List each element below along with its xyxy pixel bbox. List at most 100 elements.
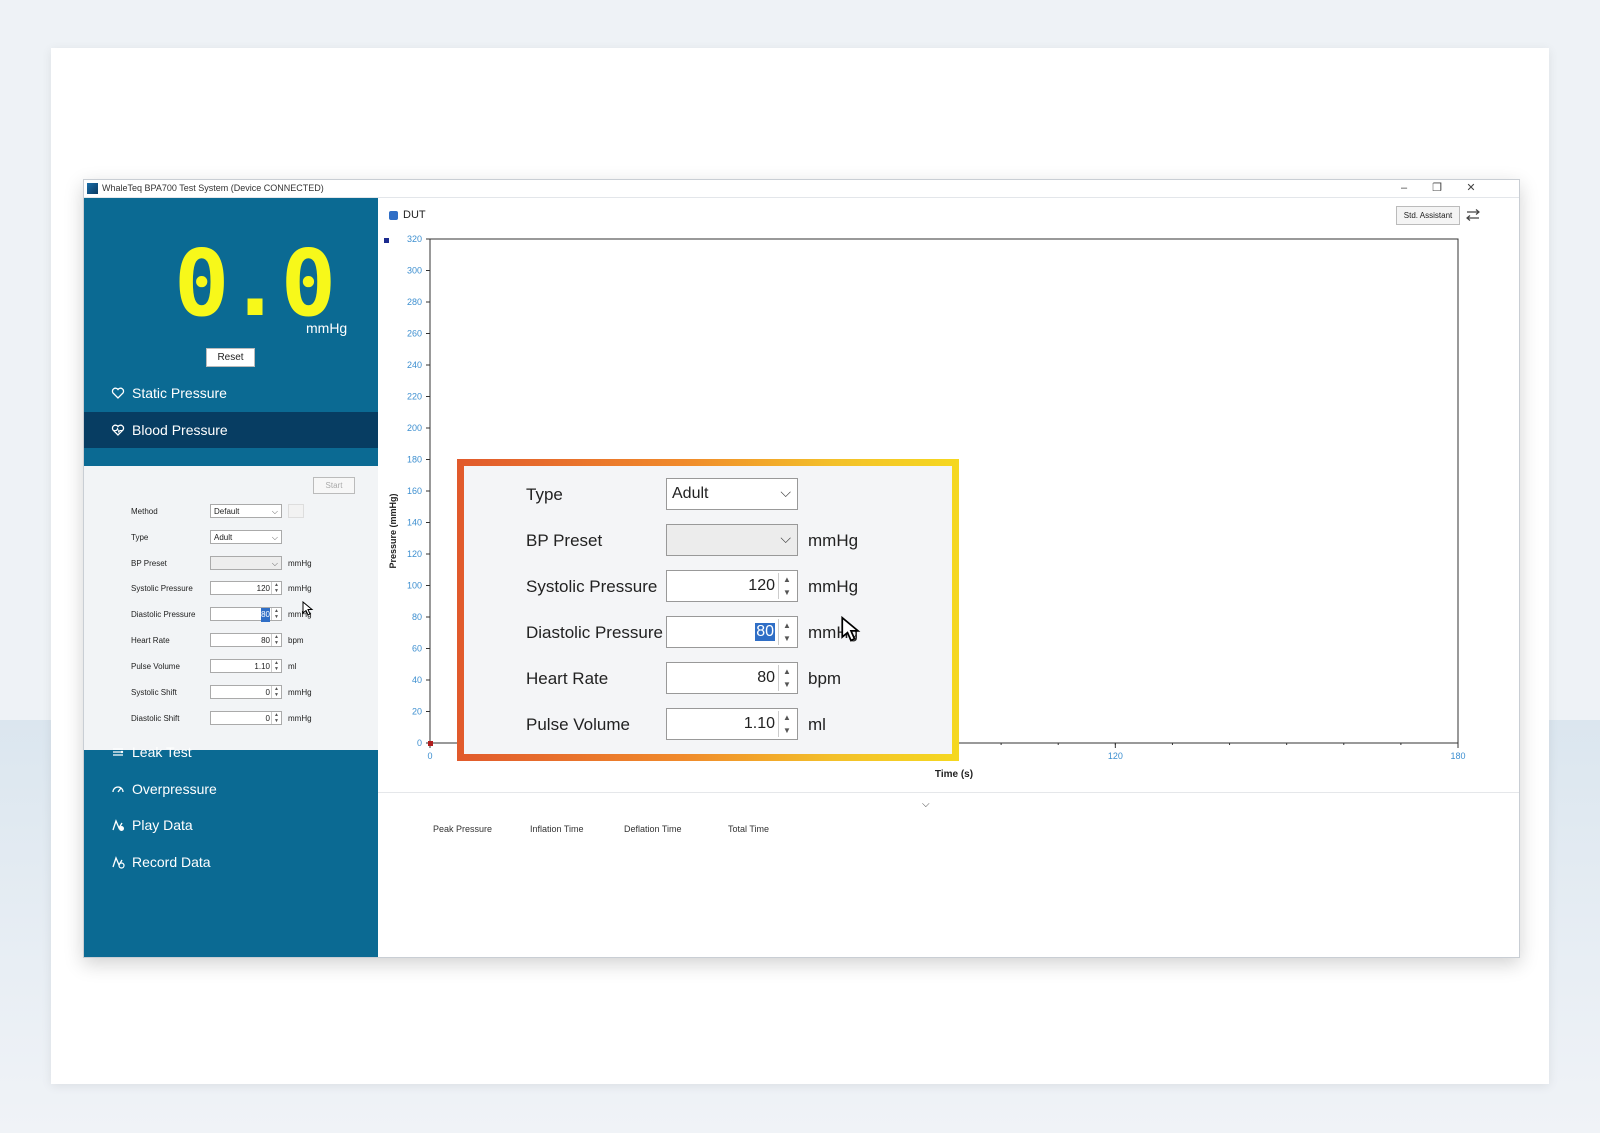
nav-static-pressure-label: Static Pressure <box>132 385 227 401</box>
y-tick-label: 80 <box>412 612 422 622</box>
y-tick-label: 140 <box>407 518 422 528</box>
stat-inflation-time: Inflation Time <box>530 824 584 834</box>
y-tick-label: 280 <box>407 297 422 307</box>
bp-preset-label: BP Preset <box>131 559 167 568</box>
spin-arrows-icon[interactable]: ▲ ▼ <box>778 573 795 599</box>
method-select[interactable]: Default ⌵ <box>210 504 282 518</box>
systolic-unit: mmHg <box>288 584 312 593</box>
systolic-stepper[interactable]: 120 ▲ ▼ <box>210 581 282 595</box>
y-tick-label: 0 <box>417 738 422 748</box>
stat-deflation-time: Deflation Time <box>624 824 682 834</box>
spin-arrows-icon[interactable]: ▲ ▼ <box>778 665 795 691</box>
heart-rate-label: Heart Rate <box>131 636 170 645</box>
diastolic-value: 80 <box>261 608 270 622</box>
zoom-diastolic-stepper[interactable]: 80 ▲ ▼ <box>666 616 798 648</box>
x-tick-label: 120 <box>1108 751 1123 761</box>
zoom-systolic-row: Systolic Pressure 120 ▲ ▼ mmHg <box>464 570 952 604</box>
zoom-heart-rate-stepper[interactable]: 80 ▲ ▼ <box>666 662 798 694</box>
zoom-pulse-volume-row: Pulse Volume 1.10 ▲ ▼ ml <box>464 708 952 742</box>
window-title: WhaleTeq BPA700 Test System (Device CONN… <box>102 183 324 193</box>
y-tick-label: 220 <box>407 392 422 402</box>
spin-arrows-icon[interactable]: ▲ ▼ <box>271 582 281 594</box>
diastolic-shift-stepper[interactable]: 0 ▲ ▼ <box>210 711 282 725</box>
minimize-button[interactable]: – <box>1389 180 1419 197</box>
leak-icon <box>110 744 126 760</box>
nav-blood-pressure[interactable]: Blood Pressure <box>84 412 378 448</box>
blood-pressure-panel: Start Method Default ⌵ Type Adult ⌵ BP P… <box>84 466 378 750</box>
type-select[interactable]: Adult ⌵ <box>210 530 282 544</box>
bp-preset-row: BP Preset ⌵ mmHg <box>84 555 378 573</box>
nav-play-data[interactable]: Play Data <box>84 807 378 843</box>
nav-blood-pressure-label: Blood Pressure <box>132 422 228 438</box>
play-data-icon <box>110 817 126 833</box>
zoom-heart-rate-unit: bpm <box>808 669 842 688</box>
method-row: Method Default ⌵ <box>84 503 378 521</box>
zoom-pulse-volume-label: Pulse Volume <box>526 715 630 734</box>
y-tick-label: 160 <box>407 486 422 496</box>
chevron-down-icon: ⌵ <box>780 530 791 546</box>
systolic-shift-stepper[interactable]: 0 ▲ ▼ <box>210 685 282 699</box>
systolic-row: Systolic Pressure 120 ▲ ▼ mmHg <box>84 580 378 598</box>
y-tick-label: 20 <box>412 707 422 717</box>
method-options-button[interactable] <box>288 504 304 518</box>
zoom-diastolic-row: Diastolic Pressure 80 ▲ ▼ mmHg <box>464 616 952 650</box>
systolic-shift-label: Systolic Shift <box>131 688 177 697</box>
y-axis-label: Pressure (mmHg) <box>388 493 398 568</box>
chevron-down-icon: ⌵ <box>780 484 791 500</box>
maximize-button[interactable]: ❐ <box>1422 180 1452 197</box>
spin-arrows-icon[interactable]: ▲ ▼ <box>271 634 281 646</box>
reset-button[interactable]: Reset <box>206 348 255 367</box>
bp-preset-select[interactable]: ⌵ <box>210 556 282 570</box>
heart-rate-stepper[interactable]: 80 ▲ ▼ <box>210 633 282 647</box>
spin-arrows-icon[interactable]: ▲ ▼ <box>271 712 281 724</box>
zoom-bp-preset-label: BP Preset <box>526 531 603 550</box>
diastolic-shift-value: 0 <box>265 714 270 723</box>
start-button[interactable]: Start <box>313 477 355 494</box>
y-tick-label: 180 <box>407 455 422 465</box>
spin-arrows-icon[interactable]: ▲ ▼ <box>271 686 281 698</box>
zoom-type-select[interactable]: Adult ⌵ <box>666 478 798 510</box>
zoom-pulse-volume-value: 1.10 <box>743 715 775 732</box>
zoom-systolic-stepper[interactable]: 120 ▲ ▼ <box>666 570 798 602</box>
title-bar: WhaleTeq BPA700 Test System (Device CONN… <box>84 180 1519 198</box>
spin-arrows-icon[interactable]: ▲ ▼ <box>778 711 795 737</box>
diastolic-stepper[interactable]: 80 ▲ ▼ <box>210 607 282 622</box>
origin-marker <box>428 741 433 746</box>
zoom-systolic-unit: mmHg <box>808 577 859 596</box>
diastolic-label: Diastolic Pressure <box>131 610 196 619</box>
nav-leak-test[interactable]: Leak Test <box>84 734 378 770</box>
nav-overpressure[interactable]: Overpressure <box>84 771 378 807</box>
record-data-icon <box>110 854 126 870</box>
y-tick-label: 40 <box>412 675 422 685</box>
zoom-pulse-volume-unit: ml <box>808 715 826 734</box>
heart-pulse-icon <box>110 422 126 438</box>
nav-static-pressure[interactable]: Static Pressure <box>84 375 378 411</box>
spin-arrows-icon[interactable]: ▲ ▼ <box>778 619 795 645</box>
zoom-pulse-volume-stepper[interactable]: 1.10 ▲ ▼ <box>666 708 798 740</box>
y-tick-label: 120 <box>407 549 422 559</box>
zoom-bp-preset-select[interactable]: ⌵ <box>666 524 798 556</box>
zoom-diastolic-label: Diastolic Pressure <box>526 623 663 642</box>
method-label: Method <box>131 507 158 516</box>
zoom-systolic-label: Systolic Pressure <box>526 577 658 596</box>
y-tick-label: 60 <box>412 644 422 654</box>
systolic-shift-row: Systolic Shift 0 ▲ ▼ mmHg <box>84 684 378 702</box>
chevron-down-icon[interactable]: ⌵ <box>922 799 930 810</box>
sidebar: 0.0 mmHg Reset Static Pressure Blood Pre… <box>84 198 378 957</box>
nav-record-data[interactable]: Record Data <box>84 844 378 880</box>
spin-arrows-icon[interactable]: ▲ ▼ <box>271 608 281 620</box>
heart-rate-row: Heart Rate 80 ▲ ▼ bpm <box>84 632 378 650</box>
zoom-callout-inner: Type Adult ⌵ BP Preset ⌵ mmHg Systolic P… <box>464 466 952 754</box>
zoom-callout: Type Adult ⌵ BP Preset ⌵ mmHg Systolic P… <box>457 459 959 761</box>
zoom-type-label: Type <box>526 485 563 504</box>
method-value: Default <box>214 507 240 516</box>
y-tick-label: 300 <box>407 266 422 276</box>
heart-outline-icon <box>110 385 126 401</box>
pulse-volume-stepper[interactable]: 1.10 ▲ ▼ <box>210 659 282 673</box>
spin-arrows-icon[interactable]: ▲ ▼ <box>271 660 281 672</box>
chevron-down-icon: ⌵ <box>271 533 278 542</box>
nav-overpressure-label: Overpressure <box>132 781 217 797</box>
y-tick-label: 320 <box>407 234 422 244</box>
close-button[interactable]: ✕ <box>1456 180 1486 197</box>
y-tick-label: 200 <box>407 423 422 433</box>
